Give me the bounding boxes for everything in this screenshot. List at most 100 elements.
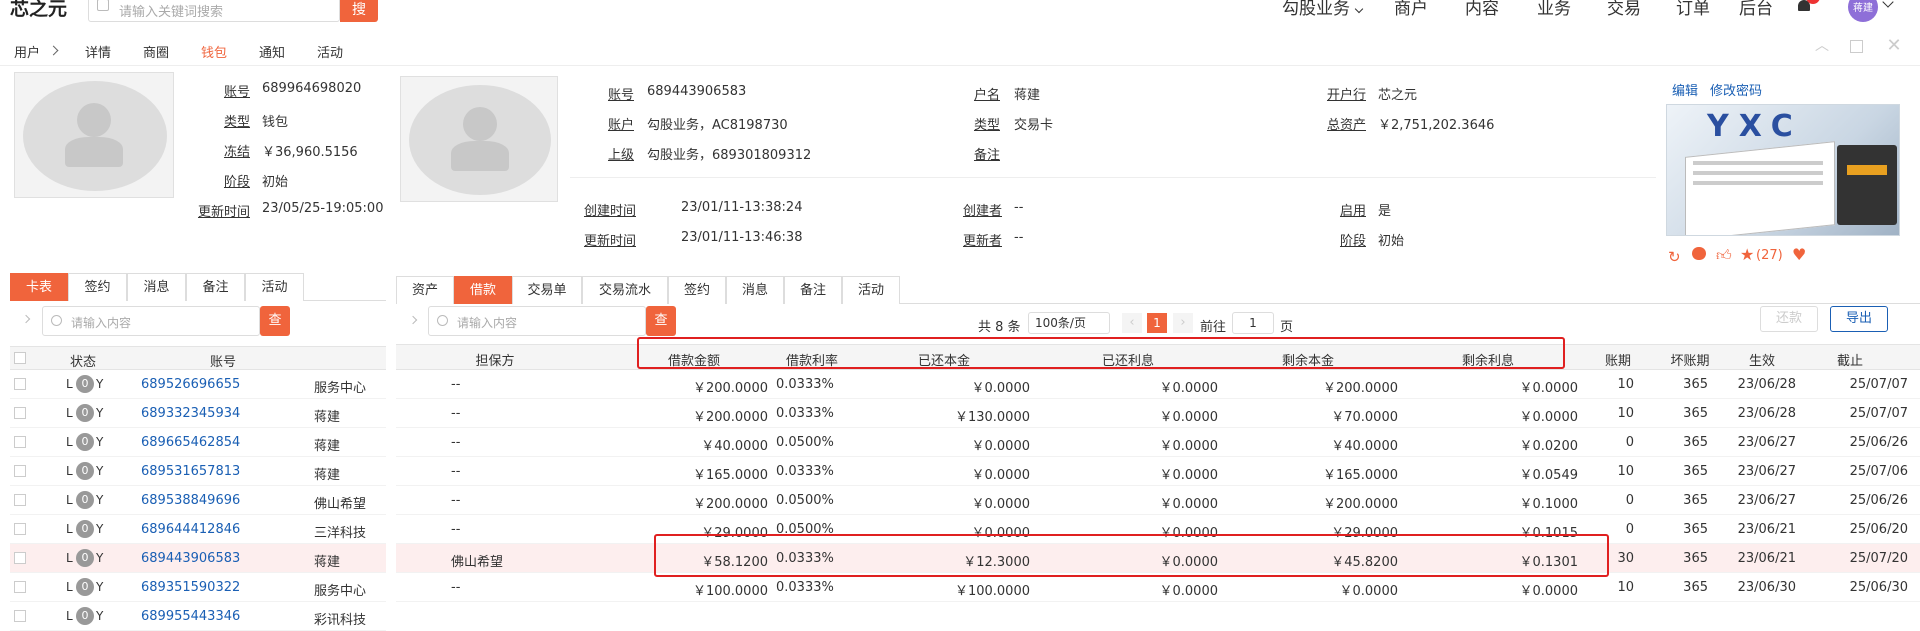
goto-page-input[interactable]: 1 — [1232, 312, 1274, 334]
product-thumbnail[interactable]: YXC — [1666, 104, 1900, 236]
tab-shangquan[interactable]: 商圈 — [143, 42, 169, 61]
table-row[interactable]: L 0 Y 689538849696 佛山希望 — [10, 486, 386, 515]
thumbs-up-icon[interactable]: 👍︎ — [1716, 246, 1732, 265]
status-count-badge: 0 — [76, 491, 94, 509]
row-checkbox[interactable] — [14, 581, 26, 593]
account-link[interactable]: 689443906583 — [141, 551, 240, 566]
tab-trade-flow[interactable]: 交易流水 — [582, 276, 668, 304]
tab-loan[interactable]: 借款 — [454, 276, 512, 304]
table-row[interactable]: L 0 Y 689332345934 蒋建 — [10, 399, 386, 428]
maximize-icon[interactable] — [1850, 40, 1863, 53]
nav-item-content[interactable]: 内容 — [1465, 0, 1499, 19]
table-row[interactable]: L 0 Y 689665462854 蒋建 — [10, 428, 386, 457]
loan-table-row[interactable]: -- ￥200.0000 0.0333% ￥0.0000 ￥0.0000 ￥200.000… — [396, 370, 1920, 399]
account-link[interactable]: 689351590322 — [141, 580, 240, 595]
tab-remark-right[interactable]: 备注 — [784, 276, 842, 304]
nav-item-business[interactable]: 业务 — [1537, 0, 1571, 19]
table-row[interactable]: L 0 Y 689955443346 彩讯科技 — [10, 602, 386, 631]
page-size-select[interactable]: 100条/页 — [1028, 312, 1110, 334]
collapse-icon[interactable]: ︿ — [1814, 38, 1830, 54]
row-checkbox[interactable] — [14, 378, 26, 390]
right-search-button[interactable]: 查 — [646, 306, 676, 336]
tab-remark[interactable]: 备注 — [186, 273, 245, 301]
tab-wallet[interactable]: 钱包 — [201, 42, 227, 61]
account-link[interactable]: 689526696655 — [141, 377, 240, 392]
refresh-icon[interactable]: ↻ — [1668, 248, 1681, 266]
status-count-badge: 0 — [76, 578, 94, 596]
row-checkbox[interactable] — [14, 465, 26, 477]
chevron-right-icon[interactable] — [21, 314, 31, 324]
repay-button[interactable]: 还款 — [1760, 306, 1818, 332]
tab-activity-left[interactable]: 活动 — [245, 273, 304, 301]
nav-item-trade[interactable]: 交易 — [1607, 0, 1641, 19]
row-checkbox[interactable] — [14, 436, 26, 448]
tab-sign-right[interactable]: 签约 — [668, 276, 726, 304]
user-avatar[interactable]: 蒋建 — [1848, 0, 1878, 22]
table-row[interactable]: L 0 Y 689443906583 蒋建 — [10, 544, 386, 573]
breadcrumb-root[interactable]: 用户 — [14, 42, 40, 61]
close-icon[interactable]: ✕ — [1886, 37, 1902, 55]
table-row[interactable]: L 0 Y 689526696655 服务中心 — [10, 370, 386, 399]
left-search-input[interactable]: 请输入内容 — [42, 306, 260, 336]
table-row[interactable]: L 0 Y 689644412846 三洋科技 — [10, 515, 386, 544]
nav-item-admin[interactable]: 后台 — [1739, 0, 1773, 19]
loan-table-row[interactable]: -- ￥200.0000 0.0500% ￥0.0000 ￥0.0000 ￥200.000… — [396, 486, 1920, 515]
loan-table-row[interactable]: -- ￥200.0000 0.0333% ￥130.0000 ￥0.0000 ￥70.00… — [396, 399, 1920, 428]
cell-effective-date: 23/06/27 — [1737, 493, 1796, 508]
row-checkbox[interactable] — [14, 407, 26, 419]
nav-item-gougu[interactable]: 勾股业务 — [1282, 0, 1350, 19]
account-link[interactable]: 689955443346 — [141, 609, 240, 624]
account-link[interactable]: 689332345934 — [141, 406, 240, 421]
star-icon[interactable]: ★ — [1740, 245, 1754, 264]
next-page-button[interactable]: › — [1173, 313, 1193, 333]
tab-detail[interactable]: 详情 — [85, 42, 111, 61]
tab-card-list[interactable]: 卡表 — [10, 273, 68, 301]
change-password-link[interactable]: 修改密码 — [1710, 80, 1762, 99]
global-search-input[interactable]: 请输入关键词搜索 — [88, 0, 340, 22]
tab-assets[interactable]: 资产 — [396, 276, 454, 304]
heart-icon[interactable]: ♥ — [1792, 245, 1806, 264]
nav-item-merchant[interactable]: 商户 — [1394, 0, 1428, 19]
tab-notice[interactable]: 通知 — [259, 42, 285, 61]
cell-remaining-principal: ￥200.0000 — [1322, 381, 1398, 396]
tab-message[interactable]: 消息 — [127, 273, 186, 301]
loan-table-row[interactable]: -- ￥165.0000 0.0333% ￥0.0000 ￥0.0000 ￥165.000… — [396, 457, 1920, 486]
account-link[interactable]: 689531657813 — [141, 464, 240, 479]
export-button[interactable]: 导出 — [1830, 306, 1888, 332]
page-1-button[interactable]: 1 — [1147, 313, 1167, 333]
tab-trade-order[interactable]: 交易单 — [512, 276, 582, 304]
global-search-button[interactable]: 搜 — [340, 0, 378, 22]
account-link[interactable]: 689665462854 — [141, 435, 240, 450]
app-logo[interactable]: 芯之元 — [10, 0, 67, 21]
tab-activity[interactable]: 活动 — [317, 42, 343, 61]
loan-table-row[interactable]: -- ￥40.0000 0.0500% ￥0.0000 ￥0.0000 ￥40.0000 ￥… — [396, 428, 1920, 457]
left-search-button[interactable]: 查 — [260, 306, 290, 336]
table-row[interactable]: L 0 Y 689351590322 服务中心 — [10, 573, 386, 602]
cell-term: 10 — [1617, 406, 1634, 421]
status-l: L — [66, 493, 73, 507]
nav-item-order[interactable]: 订单 — [1676, 0, 1710, 19]
tab-activity-right[interactable]: 活动 — [842, 276, 900, 304]
chevron-down-icon[interactable] — [1882, 0, 1894, 8]
select-all-checkbox[interactable] — [14, 352, 26, 364]
card-parent-label: 上级 — [607, 148, 634, 163]
right-search-input[interactable]: 请输入内容 — [428, 306, 646, 336]
account-link[interactable]: 689538849696 — [141, 493, 240, 508]
table-row[interactable]: L 0 Y 689531657813 蒋建 — [10, 457, 386, 486]
tab-sign[interactable]: 签约 — [68, 273, 127, 301]
row-checkbox[interactable] — [14, 610, 26, 622]
loan-table-row[interactable]: -- ￥100.0000 0.0333% ￥100.0000 ￥0.0000 ￥0.000… — [396, 573, 1920, 602]
col-deadline: 截止 — [1836, 354, 1863, 369]
row-checkbox[interactable] — [14, 552, 26, 564]
row-checkbox[interactable] — [14, 523, 26, 535]
prev-page-button[interactable]: ‹ — [1122, 313, 1142, 333]
row-checkbox[interactable] — [14, 494, 26, 506]
comment-icon[interactable] — [1692, 247, 1706, 260]
card-enabled-value: 是 — [1378, 204, 1392, 219]
status-y: Y — [96, 551, 104, 565]
tab-message-right[interactable]: 消息 — [726, 276, 784, 304]
edit-link[interactable]: 编辑 — [1672, 80, 1698, 99]
chevron-right-icon[interactable] — [408, 315, 418, 325]
bell-icon[interactable] — [1796, 0, 1820, 14]
account-link[interactable]: 689644412846 — [141, 522, 240, 537]
